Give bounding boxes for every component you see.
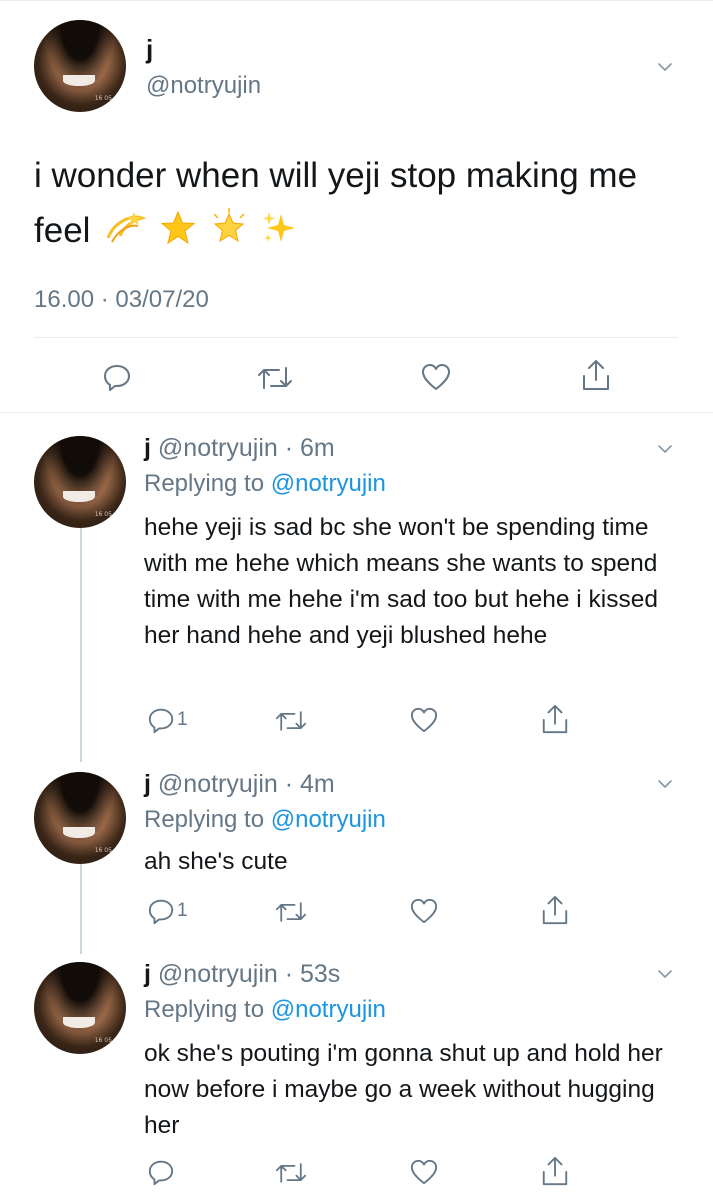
tweet-text: i wonder when will yeji stop making me f… bbox=[34, 148, 694, 262]
display-name[interactable]: j bbox=[144, 770, 151, 798]
thread-connector bbox=[80, 858, 82, 954]
share-icon bbox=[542, 704, 568, 734]
reply-icon bbox=[148, 899, 174, 925]
like-button[interactable] bbox=[409, 706, 439, 734]
avatar[interactable]: 16 05 bbox=[34, 772, 126, 864]
share-icon bbox=[583, 360, 609, 390]
retweet-button[interactable] bbox=[275, 708, 307, 734]
like-icon bbox=[410, 1159, 438, 1185]
chevron-down-icon[interactable] bbox=[658, 777, 672, 791]
replying-to: Replying to @notryujin bbox=[144, 806, 386, 834]
share-icon bbox=[542, 1156, 568, 1186]
sparkles-emoji-icon bbox=[261, 207, 297, 262]
avatar[interactable]: 16 05 bbox=[34, 436, 126, 528]
like-button[interactable] bbox=[409, 897, 439, 925]
chevron-down-icon[interactable] bbox=[658, 442, 672, 456]
top-divider bbox=[0, 0, 713, 1]
section-divider bbox=[0, 412, 713, 413]
like-button[interactable] bbox=[420, 362, 452, 392]
share-button[interactable] bbox=[540, 894, 570, 926]
avatar[interactable]: 16 05 bbox=[34, 962, 126, 1054]
avatar[interactable]: 16 05 bbox=[34, 20, 126, 112]
share-button[interactable] bbox=[540, 1155, 570, 1187]
replying-label: Replying to bbox=[144, 806, 265, 833]
replying-label: Replying to bbox=[144, 470, 265, 497]
retweet-button[interactable] bbox=[257, 364, 293, 392]
like-button[interactable] bbox=[409, 1158, 439, 1186]
like-icon bbox=[410, 898, 438, 924]
divider bbox=[34, 337, 678, 338]
star-emoji-icon bbox=[160, 207, 196, 262]
reply-button[interactable] bbox=[147, 1158, 177, 1186]
handle-and-time[interactable]: @notryujin · 53s bbox=[158, 960, 340, 988]
dizzy-emoji-icon bbox=[104, 207, 148, 262]
reply-button[interactable]: 1 bbox=[147, 706, 188, 734]
reply-text: hehe yeji is sad bc she won't be spendin… bbox=[144, 514, 658, 649]
glowing-star-emoji-icon bbox=[210, 207, 248, 262]
like-icon bbox=[422, 364, 450, 390]
display-name[interactable]: j bbox=[146, 34, 153, 65]
reply-header: j @notryujin · 53s bbox=[144, 960, 340, 989]
retweet-button[interactable] bbox=[275, 899, 307, 925]
reply-button[interactable]: 1 bbox=[147, 897, 188, 925]
reply-icon bbox=[148, 1160, 174, 1186]
reply-count: 1 bbox=[177, 900, 188, 921]
replying-to-link[interactable]: @notryujin bbox=[271, 806, 386, 833]
like-icon bbox=[410, 707, 438, 733]
tweet-timestamp[interactable]: 16.00 · 03/07/20 bbox=[34, 286, 209, 314]
replying-to: Replying to @notryujin bbox=[144, 470, 386, 498]
reply-text: ah she's cute bbox=[144, 848, 288, 875]
reply-header: j @notryujin · 6m bbox=[144, 434, 335, 463]
handle-and-time[interactable]: @notryujin · 6m bbox=[158, 434, 335, 462]
replying-to-link[interactable]: @notryujin bbox=[271, 996, 386, 1023]
reply-header: j @notryujin · 4m bbox=[144, 770, 335, 799]
reply-icon bbox=[148, 708, 174, 734]
user-handle[interactable]: @notryujin bbox=[146, 72, 261, 100]
chevron-down-icon[interactable] bbox=[658, 967, 672, 981]
reply-icon bbox=[104, 365, 130, 391]
replying-to: Replying to @notryujin bbox=[144, 996, 386, 1024]
retweet-icon bbox=[275, 711, 307, 731]
share-button[interactable] bbox=[540, 703, 570, 735]
retweet-icon bbox=[275, 1163, 307, 1183]
retweet-button[interactable] bbox=[275, 1160, 307, 1186]
chevron-down-icon[interactable] bbox=[658, 60, 672, 74]
share-button[interactable] bbox=[580, 358, 612, 392]
display-name[interactable]: j bbox=[144, 960, 151, 988]
thread-connector bbox=[80, 522, 82, 762]
retweet-icon bbox=[258, 367, 292, 389]
reply-button[interactable] bbox=[102, 362, 132, 392]
replying-to-link[interactable]: @notryujin bbox=[271, 470, 386, 497]
retweet-icon bbox=[275, 902, 307, 922]
replying-label: Replying to bbox=[144, 996, 265, 1023]
share-icon bbox=[542, 895, 568, 925]
reply-count: 1 bbox=[177, 709, 188, 730]
handle-and-time[interactable]: @notryujin · 4m bbox=[158, 770, 335, 798]
display-name[interactable]: j bbox=[144, 434, 151, 462]
reply-text: ok she's pouting i'm gonna shut up and h… bbox=[144, 1040, 663, 1139]
